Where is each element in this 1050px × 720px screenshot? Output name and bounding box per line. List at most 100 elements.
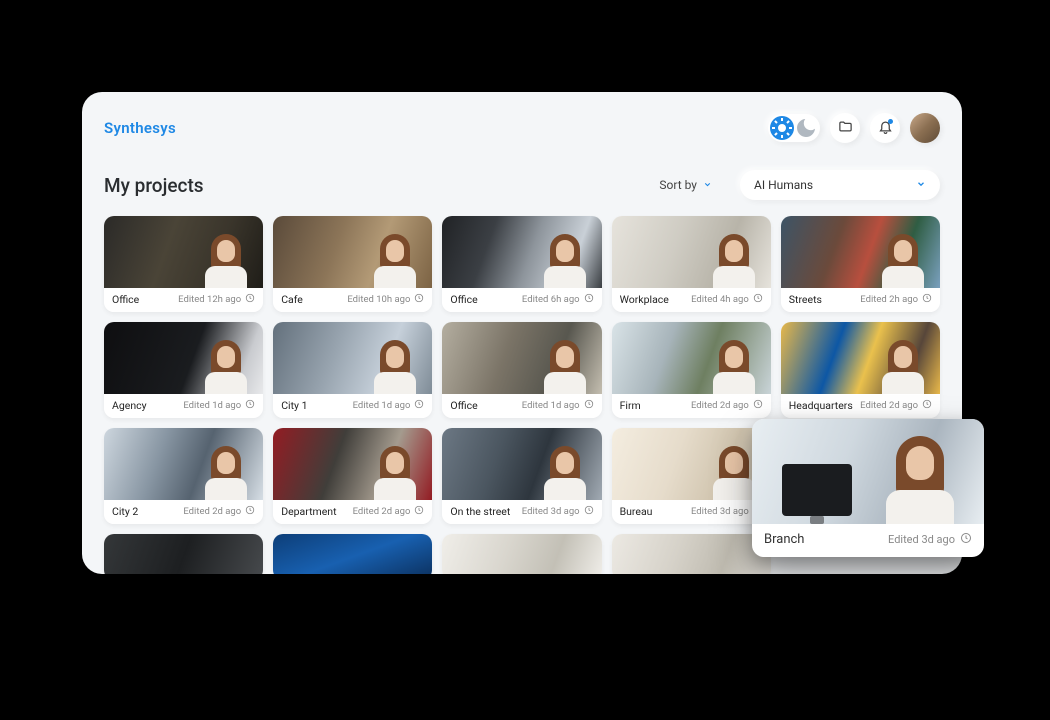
avatar-presenter [880,232,926,288]
project-card[interactable]: BureauEdited 3d ago [612,428,771,524]
preview-edited: Edited 3d ago [888,532,972,547]
project-meta: DepartmentEdited 2d ago [273,500,432,524]
project-meta: Office Edited 12h ago [104,288,263,312]
notifications-button[interactable] [870,113,900,143]
project-card[interactable]: On the street Edited 3d ago [442,428,601,524]
project-meta: FirmEdited 2d ago [612,394,771,418]
project-card[interactable]: Office Edited 1d ago [442,322,601,418]
project-name: Office [112,293,139,306]
project-card[interactable]: City 2Edited 2d ago [104,428,263,524]
project-name: Office [450,399,477,412]
project-meta: CafeEdited 10h ago [273,288,432,312]
project-card[interactable]: CafeEdited 10h ago [273,216,432,312]
clock-icon [245,505,255,518]
clock-icon [414,293,424,306]
clock-icon [245,293,255,306]
avatar-presenter [203,232,249,288]
project-thumbnail [442,428,601,500]
thumbnail-bg [442,534,601,574]
clock-icon [414,399,424,412]
project-card[interactable]: Headquarters Edited 2d ago [781,322,940,418]
avatar-presenter [542,444,588,500]
project-thumbnail [273,534,432,574]
project-thumbnail [612,428,771,500]
project-card[interactable] [273,534,432,574]
project-name: Agency [112,399,147,412]
project-thumbnail [781,322,940,394]
project-edited: Edited 2h ago [860,293,932,306]
project-name: Firm [620,399,641,412]
project-edited: Edited 4h ago [691,293,763,306]
project-card[interactable]: AgencyEdited 1d ago [104,322,263,418]
project-edited: Edited 6h ago [522,293,594,306]
project-edited: Edited 3d ago [522,505,594,518]
preview-name: Branch [764,532,804,547]
project-thumbnail [104,428,263,500]
clock-icon [922,399,932,412]
project-name: Headquarters [789,399,853,412]
sort-by-button[interactable]: Sort by [659,178,712,192]
project-edited: Edited 2d ago [183,505,255,518]
project-thumbnail [104,322,263,394]
project-thumbnail [612,534,771,574]
clock-icon [753,293,763,306]
project-card[interactable]: StreetsEdited 2h ago [781,216,940,312]
avatar-presenter [711,232,757,288]
project-thumbnail [442,534,601,574]
project-name: City 1 [281,399,307,412]
project-thumbnail [612,216,771,288]
moon-icon[interactable] [794,116,818,140]
project-thumbnail [273,322,432,394]
project-card[interactable]: WorkplaceEdited 4h ago [612,216,771,312]
project-edited: Edited 2d ago [860,399,932,412]
filter-select[interactable]: AI Humans [740,170,940,200]
project-meta: BureauEdited 3d ago [612,500,771,524]
project-thumbnail [442,322,601,394]
chevron-down-icon [916,178,926,192]
avatar-presenter [711,444,757,500]
thumbnail-bg [104,534,263,574]
project-meta: On the street Edited 3d ago [442,500,601,524]
project-meta: AgencyEdited 1d ago [104,394,263,418]
clock-icon [414,505,424,518]
filter-value: AI Humans [754,178,813,192]
clock-icon [584,293,594,306]
clock-icon [753,399,763,412]
project-edited: Edited 1d ago [522,399,594,412]
avatar-presenter [203,338,249,394]
header-controls [768,113,940,143]
project-thumbnail [273,428,432,500]
brand-logo[interactable]: Synthesys [104,119,176,137]
project-card[interactable] [104,534,263,574]
preview-meta: Branch Edited 3d ago [752,524,984,557]
theme-toggle[interactable] [768,114,820,142]
project-edited: Edited 12h ago [178,293,255,306]
project-meta: City 1Edited 1d ago [273,394,432,418]
avatar-presenter [372,338,418,394]
folder-button[interactable] [830,113,860,143]
project-thumbnail [612,322,771,394]
project-card[interactable]: Office Edited 12h ago [104,216,263,312]
project-card[interactable] [612,534,771,574]
sun-icon[interactable] [770,116,794,140]
project-name: On the street [450,505,510,518]
project-thumbnail [781,216,940,288]
project-card[interactable]: OfficeEdited 6h ago [442,216,601,312]
toolbar: My projects Sort by AI Humans [104,168,940,202]
project-card[interactable]: DepartmentEdited 2d ago [273,428,432,524]
project-card[interactable]: FirmEdited 2d ago [612,322,771,418]
project-card[interactable]: City 1Edited 1d ago [273,322,432,418]
project-meta: OfficeEdited 6h ago [442,288,601,312]
avatar-presenter [542,232,588,288]
project-card[interactable] [442,534,601,574]
avatar[interactable] [910,113,940,143]
avatar-presenter [880,338,926,394]
project-preview-card[interactable]: Branch Edited 3d ago [752,419,984,557]
project-name: Department [281,505,336,518]
preview-thumbnail [752,419,984,524]
project-thumbnail [104,216,263,288]
sort-by-label: Sort by [659,178,697,192]
clock-icon [584,399,594,412]
avatar-presenter [372,444,418,500]
project-thumbnail [273,216,432,288]
